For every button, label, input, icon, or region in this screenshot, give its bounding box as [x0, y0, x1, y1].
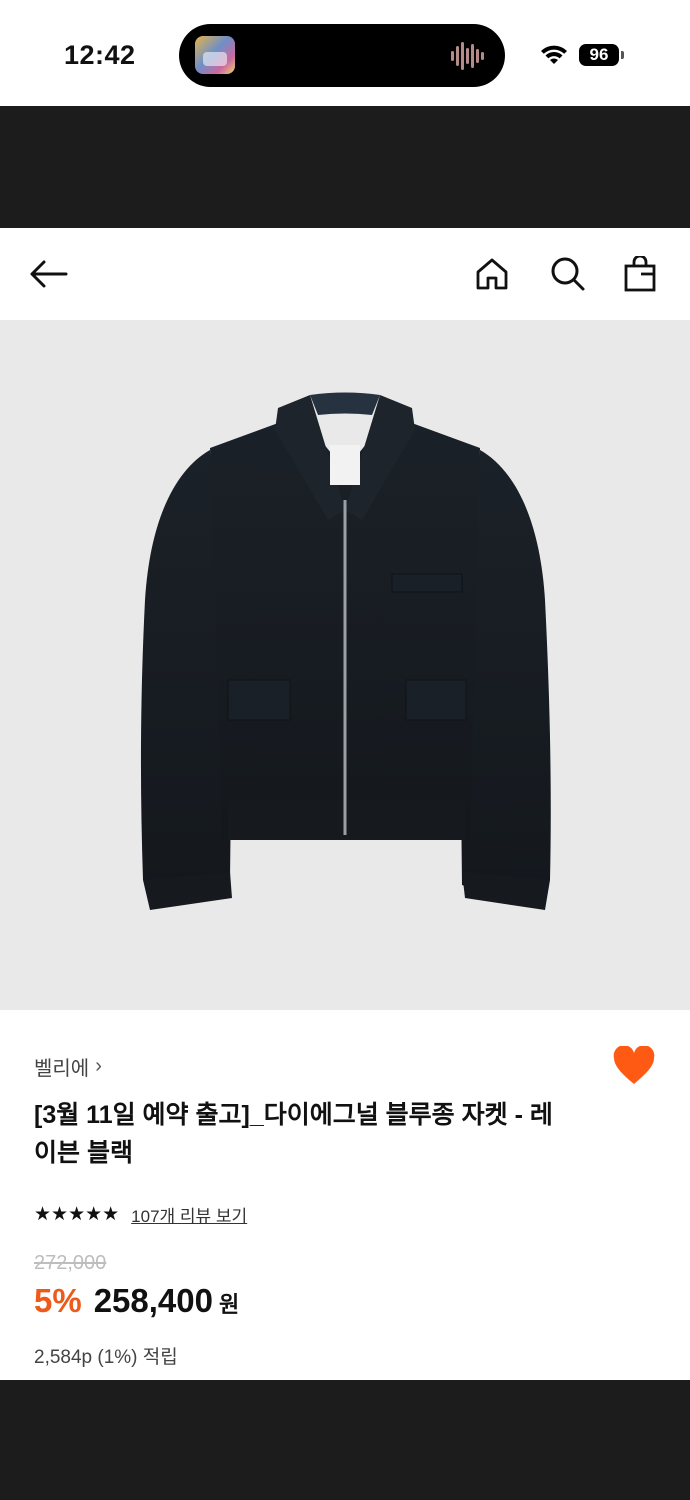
dynamic-island[interactable] — [179, 24, 505, 87]
product-title-line-2: 이븐 블랙 — [34, 1139, 133, 1167]
sale-price: 258,400 — [93, 1282, 213, 1319]
product-image[interactable] — [0, 320, 690, 1010]
product-info: 벨리에 › [3월 11일 예약 출고]_다이에그널 블루종 자켓 - 레 이븐… — [0, 1010, 690, 1380]
product-title: [3월 11일 예약 출고]_다이에그널 블루종 자켓 - 레 이븐 블랙 — [34, 1096, 594, 1172]
wifi-icon — [541, 45, 567, 64]
heart-icon[interactable] — [612, 1046, 656, 1086]
jacket-image — [140, 392, 551, 910]
cart-button[interactable] — [618, 252, 662, 296]
home-icon — [476, 258, 508, 290]
back-arrow-icon — [30, 260, 68, 288]
battery-icon: 96 — [579, 44, 624, 66]
price-row: 5% 258,400 원 — [34, 1282, 239, 1320]
chevron-right-icon: › — [95, 1055, 102, 1077]
top-navigation — [0, 228, 690, 320]
review-link[interactable]: 107개 리뷰 보기 — [131, 1202, 247, 1227]
reward-points: 2,584p (1%) 적립 — [34, 1347, 178, 1368]
audio-wave-icon — [451, 42, 484, 70]
shopping-bag-icon — [624, 256, 656, 292]
home-button[interactable] — [470, 252, 514, 296]
brand-name: 벨리에 — [34, 1058, 90, 1080]
bottom-dark-banner — [0, 1380, 690, 1500]
status-time: 12:42 — [64, 40, 136, 70]
star-rating-icon: ★★★★★ — [34, 1204, 120, 1225]
status-bar: 12:42 96 — [0, 0, 690, 106]
brand-link[interactable]: 벨리에 › — [34, 1052, 102, 1081]
discount-rate: 5% — [34, 1282, 82, 1319]
product-title-line-1: [3월 11일 예약 출고]_다이에그널 블루종 자켓 - 레 — [34, 1101, 553, 1129]
rating-row: ★★★★★ 107개 리뷰 보기 — [34, 1202, 247, 1227]
original-price: 272,000 — [34, 1252, 107, 1274]
search-icon — [551, 257, 585, 291]
top-dark-banner — [0, 106, 690, 228]
search-button[interactable] — [546, 252, 590, 296]
back-button[interactable] — [26, 252, 70, 296]
now-playing-thumbnail — [195, 36, 235, 74]
currency-unit: 원 — [219, 1292, 240, 1317]
